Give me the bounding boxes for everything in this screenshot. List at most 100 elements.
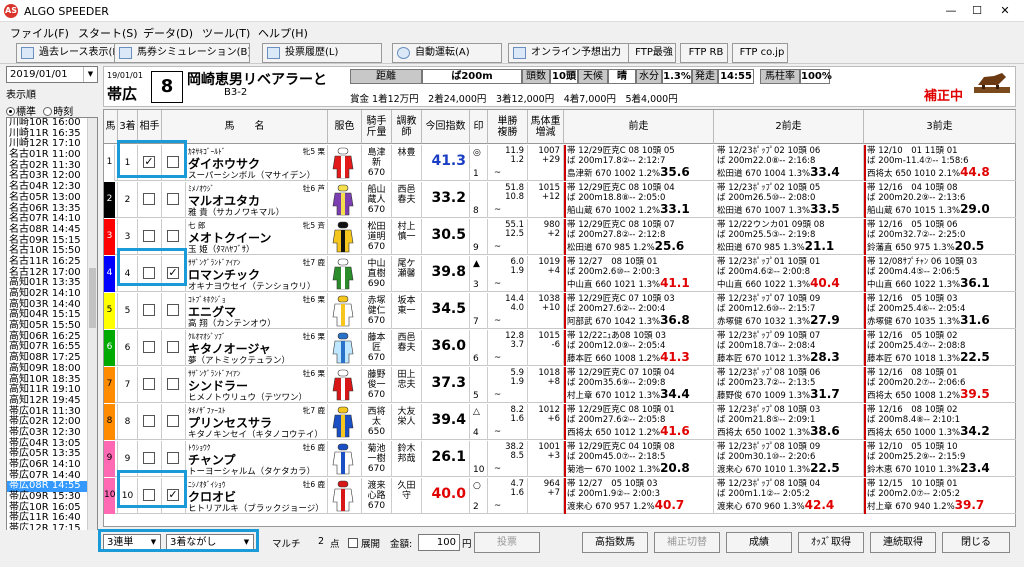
third-place-cell[interactable] — [138, 441, 162, 477]
horse-name-cell[interactable]: ﾐﾒﾉｵｳｼﾞ 牡6 芦 マルオユタカ 雅 貴（サカノワキマル） — [186, 182, 328, 218]
mark-cell[interactable]: 7 — [470, 293, 488, 329]
third-place-checkbox[interactable] — [143, 415, 155, 427]
close-window-button[interactable]: 閉じる — [942, 532, 1010, 553]
mark-cell[interactable]: 9 — [470, 219, 488, 255]
horse-name-cell[interactable]: ｺﾄﾌﾞｷﾎｸｼﾞｮ 牡6 栗 エニグマ 高 翔（カンテンオウ） — [186, 293, 328, 329]
mark-cell[interactable]: 10 — [470, 441, 488, 477]
minimize-button[interactable]: — — [938, 3, 964, 19]
prev3-cell[interactable]: 帯 12/08ｻﾌﾟﾁｬﾝ 06 10頭 03 ば 200m4.4⑤-- 2:0… — [864, 256, 1016, 292]
table-row[interactable]: 5 5 ｺﾄﾌﾞｷﾎｸｼﾞｮ 牡6 栗 エニグマ 高 翔（カンテンオウ） 赤塚 … — [104, 293, 1016, 329]
horse-name-cell[interactable]: ﾀｷﾉｻﾞﾌｧｰｽﾄ 牝7 鹿 プリンセスサラ キタノキンセイ（キタノコウテイ） — [186, 404, 328, 440]
prev3-cell[interactable]: 帯 12/10 01 11頭 01 ば 200m-11.4⑦-- 1:58:6 … — [864, 145, 1016, 181]
table-row[interactable]: 3 3 七 郎 牝5 斉 メオトクイーン 玉 姫（ﾀﾏﾊﾔﾌﾞｻ） 松田 道明 … — [104, 219, 1016, 255]
prev1-cell[interactable]: 帯 12/29匠克C 07 10頭 04 ば 200m35.6⑨-- 2:09:… — [564, 367, 714, 403]
partner-checkbox[interactable] — [167, 378, 179, 390]
prev2-cell[interactable]: 帯 12/22ウンカ01 09頭 08 ば 200m25.5③-- 2:19:8… — [714, 219, 864, 255]
online-output-button[interactable]: オンライン予想出力 — [508, 43, 644, 63]
get-odds-button[interactable]: ｵｯｽﾞ取得 — [798, 532, 864, 553]
vote-button[interactable]: 投票 — [474, 532, 540, 553]
ftp-rb-button[interactable]: FTP RB — [680, 43, 728, 63]
prev3-cell[interactable]: 帯 12/16 08 10頭 02 ば 200m8.4⑧-- 2:10:1 西将… — [864, 404, 1016, 440]
menu-start[interactable]: スタート(S) — [78, 25, 138, 41]
third-place-checkbox[interactable] — [143, 193, 155, 205]
partner-checkbox[interactable] — [167, 193, 179, 205]
prev2-cell[interactable]: 帯 12/23ﾎﾟｯﾌﾟ08 10頭 03 ば 200m21.8⑤-- 2:09… — [714, 404, 864, 440]
third-place-checkbox[interactable] — [143, 378, 155, 390]
mark-symbol[interactable]: ◎ — [473, 148, 481, 158]
table-row[interactable]: 1 1 ✓ ｶﾈｻｷｺﾞｰﾙﾄﾞ 牝5 栗 ダイホウサク スーパーシンボル（マサ… — [104, 145, 1016, 181]
menu-file[interactable]: ファイル(F) — [10, 25, 69, 41]
prev2-cell[interactable]: 帯 12/23ﾎﾟｯﾌﾟ02 10頭 06 ば 200m22.0⑧-- 2:16… — [714, 145, 864, 181]
date-picker[interactable]: 2019/01/01 ▼ — [6, 66, 98, 83]
close-button[interactable]: ✕ — [992, 3, 1018, 19]
prev1-cell[interactable]: 帯 12/29匠克C 08 10頭 07 ば 200m27.8②-- 2:12:… — [564, 219, 714, 255]
auto-run-button[interactable]: 自動運転(A) — [392, 43, 502, 63]
prev3-cell[interactable]: 帯 12/10 05 10頭 10 ば 200m25.2⑨-- 2:15:9 鈴… — [864, 441, 1016, 477]
partner-cell[interactable] — [162, 367, 186, 403]
partner-cell[interactable]: ✓ — [162, 478, 186, 514]
third-place-checkbox[interactable] — [143, 267, 155, 279]
table-row[interactable]: 7 7 ｻｻﾞﾝｸﾞﾗﾝﾄﾞｱｲｱﾝ 牡6 栗 シンドラー ヒメノトウリュウ（テ… — [104, 367, 1016, 403]
partner-checkbox[interactable] — [167, 230, 179, 242]
third-place-checkbox[interactable] — [143, 230, 155, 242]
mark-symbol[interactable]: △ — [473, 407, 480, 417]
partner-checkbox[interactable] — [167, 156, 179, 168]
high-index-button[interactable]: 高指数馬 — [582, 532, 648, 553]
mark-cell[interactable]: 5 — [470, 367, 488, 403]
partner-checkbox[interactable]: ✓ — [167, 267, 179, 279]
prev1-cell[interactable]: 帯 12/27 08 10頭 01 ば 200m2.6⑩-- 2:00:3 中山… — [564, 256, 714, 292]
table-row[interactable]: 10 10 ✓ ﾆｼﾉｵﾀﾞｲｼｮｳ 牡6 鹿 クロオビ ヒトリアルキ（ブラック… — [104, 478, 1016, 514]
table-row[interactable]: 4 4 ✓ ｻｻﾞﾝｸﾞﾗﾝﾄﾞｱｲｱﾝ 牡7 鹿 ロマンチック オキナヨウセイ… — [104, 256, 1016, 292]
past-race-button[interactable]: 過去レース表示(K) — [16, 43, 128, 63]
mark-symbol[interactable]: ▲ — [473, 259, 480, 269]
third-place-cell[interactable] — [138, 367, 162, 403]
chevron-down-icon[interactable]: ▼ — [147, 535, 160, 550]
prev3-cell[interactable]: 帯 12/15 10 10頭 01 ば 200m2.0⑦-- 2:05:2 村上… — [864, 478, 1016, 514]
race-list[interactable]: 川崎10R 16:00 川崎11R 16:35 川崎12R 17:10 名古01R 1… — [6, 117, 98, 560]
partner-cell[interactable] — [162, 441, 186, 477]
table-row[interactable]: 8 8 ﾀｷﾉｻﾞﾌｧｰｽﾄ 牝7 鹿 プリンセスサラ キタノキンセイ（キタノコ… — [104, 404, 1016, 440]
mark-cell[interactable]: ○ 2 — [470, 478, 488, 514]
race-list-scrollbar[interactable] — [87, 118, 97, 559]
multi-label[interactable]: マルチ — [272, 536, 301, 550]
mark-cell[interactable]: 8 — [470, 182, 488, 218]
prev2-cell[interactable]: 帯 12/23ﾎﾟｯﾌﾟ09 10頭 07 ば 200m18.7③-- 2:08… — [714, 330, 864, 366]
third-place-checkbox[interactable]: ✓ — [143, 156, 155, 168]
prev2-cell[interactable]: 帯 12/23ﾎﾟｯﾌﾟ01 10頭 01 ば 200m4.6②-- 2:00:… — [714, 256, 864, 292]
prev3-cell[interactable]: 帯 12/16 04 10頭 08 ば 200m20.2⑨-- 2:13:6 船… — [864, 182, 1016, 218]
partner-checkbox[interactable] — [167, 415, 179, 427]
partner-checkbox[interactable] — [167, 452, 179, 464]
race-list-item[interactable]: 名古08R 14:45 — [7, 224, 97, 236]
menu-help[interactable]: ヘルプ(H) — [258, 25, 308, 41]
prev2-cell[interactable]: 帯 12/23ﾎﾟｯﾌﾟ08 10頭 06 ば 200m23.7②-- 2:13… — [714, 367, 864, 403]
third-place-cell[interactable]: ✓ — [138, 145, 162, 181]
prev2-cell[interactable]: 帯 12/23ﾎﾟｯﾌﾟ08 10頭 04 ば 200m1.1②-- 2:05:… — [714, 478, 864, 514]
bet-simulation-button[interactable]: 馬券シミュレーション(B) — [114, 43, 250, 63]
results-button[interactable]: 成績 — [726, 532, 792, 553]
table-row[interactable]: 9 9 ﾄｳｼｮｳｸ 牡6 鹿 チャンプ トーヨーシャルム（タケタカラ） 菊池 … — [104, 441, 1016, 477]
partner-cell[interactable] — [162, 330, 186, 366]
prev3-cell[interactable]: 帯 12/16 05 10頭 03 ば 200m25.4⑥-- 2:05:4 赤… — [864, 293, 1016, 329]
third-place-cell[interactable] — [138, 330, 162, 366]
third-place-cell[interactable] — [138, 478, 162, 514]
partner-cell[interactable] — [162, 145, 186, 181]
partner-cell[interactable] — [162, 293, 186, 329]
partner-cell[interactable]: ✓ — [162, 256, 186, 292]
mark-symbol[interactable]: ○ — [473, 481, 481, 491]
vote-history-button[interactable]: 投票履歴(L) — [262, 43, 382, 63]
prev3-cell[interactable]: 帯 12/16 08 10頭 01 ば 200m20.2⑦-- 2:06:6 西… — [864, 367, 1016, 403]
race-list-item[interactable]: 高知09R 18:00 — [7, 363, 97, 375]
partner-checkbox[interactable] — [167, 341, 179, 353]
mark-cell[interactable]: ▲ 3 — [470, 256, 488, 292]
third-place-checkbox[interactable] — [143, 452, 155, 464]
partner-checkbox[interactable]: ✓ — [167, 489, 179, 501]
horse-name-cell[interactable]: ﾆｼﾉｵﾀﾞｲｼｮｳ 牡6 鹿 クロオビ ヒトリアルキ（ブラックジョージ） — [186, 478, 328, 514]
third-place-cell[interactable] — [138, 256, 162, 292]
prev2-cell[interactable]: 帯 12/23ﾎﾟｯﾌﾟ07 10頭 09 ば 200m12.6⑩-- 2:15… — [714, 293, 864, 329]
race-list-item[interactable]: 名古05R 13:00 — [7, 192, 97, 204]
expand-checkbox[interactable]: 展開 — [348, 536, 380, 550]
amount-input[interactable]: 100 — [418, 534, 460, 551]
scroll-thumb[interactable] — [89, 268, 96, 328]
menu-data[interactable]: データ(D) — [143, 25, 193, 41]
menu-tool[interactable]: ツール(T) — [202, 25, 250, 41]
